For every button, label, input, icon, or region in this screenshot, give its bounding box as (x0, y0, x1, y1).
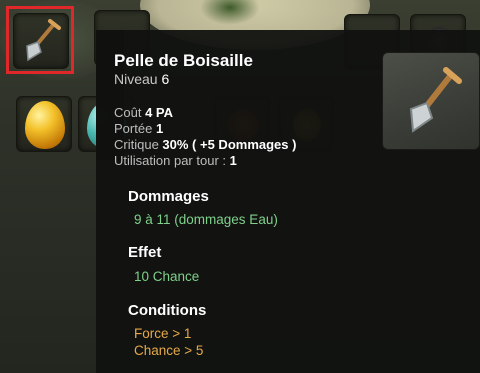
stat-cost: Coût 4 PA (114, 105, 173, 120)
level-value: 6 (161, 71, 170, 87)
stat-critical: Critique 30% ( +5 Dommages ) (114, 137, 296, 152)
effect-title: Effet (128, 244, 162, 261)
level-label: Niveau (114, 71, 158, 87)
condition-line: Chance > 5 (134, 343, 204, 358)
condition-line: Force > 1 (134, 326, 192, 341)
conditions-title: Conditions (128, 302, 207, 319)
item-name: Pelle de Boisaille (114, 51, 253, 70)
crit-label: Critique (114, 137, 159, 152)
selected-slot-highlight[interactable] (6, 6, 74, 74)
range-label: Portée (114, 121, 153, 136)
range-value: 1 (155, 121, 164, 136)
use-value: 1 (229, 153, 237, 168)
inventory-slot-shovel[interactable] (13, 13, 69, 69)
shovel-icon (26, 19, 61, 62)
damage-title: Dommages (128, 188, 209, 205)
dofus-egg-icon (25, 101, 65, 149)
effect-line: 10 Chance (134, 269, 200, 284)
stat-uses-per-turn: Utilisation par tour : 1 (114, 153, 237, 168)
shovel-icon (409, 67, 462, 133)
stat-range: Portée 1 (114, 121, 163, 136)
item-preview (382, 52, 480, 150)
cost-label: Coût (114, 105, 142, 120)
use-label: Utilisation par tour : (114, 153, 226, 168)
inventory-slot-egg-gold[interactable] (16, 96, 72, 152)
cost-value: 4 PA (145, 105, 174, 120)
tooltip-body: Pelle de Boisaille Niveau 6 Coût 4 PA Po… (96, 30, 480, 373)
item-level: Niveau 6 (114, 71, 169, 87)
damage-line: 9 à 11 (dommages Eau) (134, 212, 278, 227)
crit-value: 30% ( +5 Dommages ) (162, 137, 297, 152)
game-scene: Pelle de Boisaille Niveau 6 Coût 4 PA Po… (0, 0, 480, 373)
item-tooltip: Pelle de Boisaille Niveau 6 Coût 4 PA Po… (96, 30, 480, 373)
